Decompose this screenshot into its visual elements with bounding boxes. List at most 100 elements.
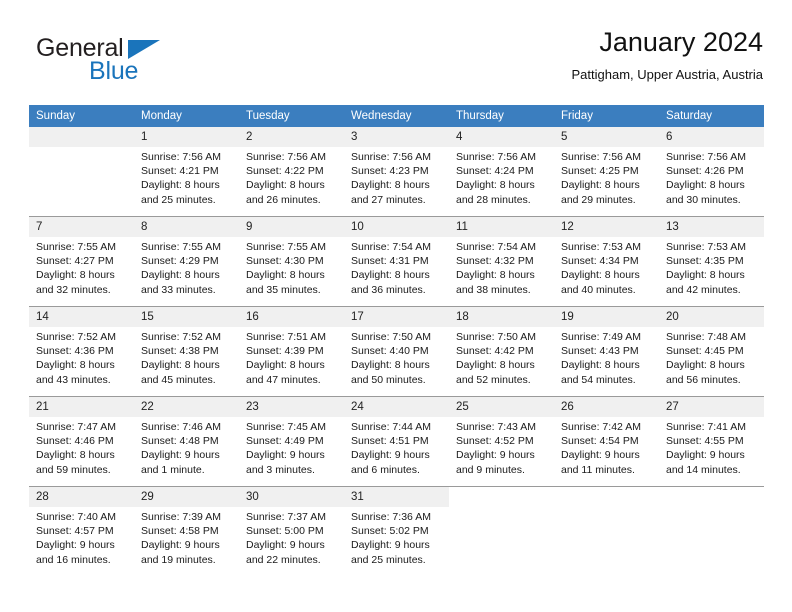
- day-info-daylight2: and 26 minutes.: [246, 193, 321, 206]
- day-info-daylight2: and 25 minutes.: [141, 193, 216, 206]
- day-info-daylight2: and 19 minutes.: [141, 553, 216, 566]
- day-info-sunrise: Sunrise: 7:53 AM: [666, 241, 746, 253]
- day-cell: [554, 487, 659, 576]
- calendar-cell[interactable]: 12 Sunrise: 7:53 AM Sunset: 4:34 PM Dayligh…: [554, 216, 659, 307]
- day-info-daylight2: and 25 minutes.: [351, 553, 426, 566]
- day-info-daylight1: Daylight: 8 hours: [36, 359, 115, 372]
- calendar-cell[interactable]: 26 Sunrise: 7:42 AM Sunset: 4:54 PM Dayligh…: [554, 396, 659, 487]
- day-cell: 13 Sunrise: 7:53 AM Sunset: 4:35 PM Dayligh…: [659, 217, 764, 306]
- calendar-cell[interactable]: 25 Sunrise: 7:43 AM Sunset: 4:52 PM Dayligh…: [449, 396, 554, 487]
- day-info-sunset: Sunset: 4:21 PM: [141, 165, 219, 178]
- calendar-cell[interactable]: 3 Sunrise: 7:56 AM Sunset: 4:23 PM Daylight…: [344, 127, 449, 217]
- calendar-cell[interactable]: 5 Sunrise: 7:56 AM Sunset: 4:25 PM Daylight…: [554, 127, 659, 217]
- day-info-daylight2: and 16 minutes.: [36, 553, 111, 566]
- day-info-daylight2: and 50 minutes.: [351, 373, 426, 386]
- calendar-cell[interactable]: 27 Sunrise: 7:41 AM Sunset: 4:55 PM Dayligh…: [659, 396, 764, 487]
- calendar-cell[interactable]: 10 Sunrise: 7:54 AM Sunset: 4:31 PM Dayligh…: [344, 216, 449, 307]
- day-info-daylight2: and 11 minutes.: [561, 463, 635, 476]
- day-info-daylight1: Daylight: 8 hours: [141, 359, 220, 372]
- calendar-cell[interactable]: 6 Sunrise: 7:56 AM Sunset: 4:26 PM Daylight…: [659, 127, 764, 217]
- calendar-cell[interactable]: 11 Sunrise: 7:54 AM Sunset: 4:32 PM Dayligh…: [449, 216, 554, 307]
- day-info-sunrise: Sunrise: 7:56 AM: [561, 151, 641, 163]
- day-info: Sunrise: 7:44 AM Sunset: 4:51 PM Daylight:…: [344, 417, 449, 477]
- day-info-sunset: Sunset: 4:42 PM: [456, 345, 534, 358]
- calendar-cell[interactable]: 24 Sunrise: 7:44 AM Sunset: 4:51 PM Dayligh…: [344, 396, 449, 487]
- calendar-cell[interactable]: 20 Sunrise: 7:48 AM Sunset: 4:45 PM Dayligh…: [659, 306, 764, 397]
- day-info-daylight1: Daylight: 8 hours: [666, 179, 745, 192]
- calendar-week-row: 7 Sunrise: 7:55 AM Sunset: 4:27 PM Daylight…: [29, 216, 764, 307]
- calendar-cell[interactable]: 22 Sunrise: 7:46 AM Sunset: 4:48 PM Dayligh…: [134, 396, 239, 487]
- day-info-daylight1: Daylight: 8 hours: [456, 359, 535, 372]
- day-info-sunset: Sunset: 4:54 PM: [561, 435, 639, 448]
- weekday-header-tuesday: Tuesday: [239, 105, 344, 127]
- day-number: 21: [29, 397, 134, 417]
- day-cell: 3 Sunrise: 7:56 AM Sunset: 4:23 PM Daylight…: [344, 127, 449, 216]
- calendar-table: Sunday Monday Tuesday Wednesday Thursday…: [29, 105, 764, 576]
- day-info-daylight1: Daylight: 8 hours: [141, 269, 220, 282]
- calendar-cell[interactable]: 31 Sunrise: 7:36 AM Sunset: 5:02 PM Dayligh…: [344, 486, 449, 576]
- day-info: Sunrise: 7:51 AM Sunset: 4:39 PM Daylight:…: [239, 327, 344, 387]
- day-info-daylight2: and 32 minutes.: [36, 283, 111, 296]
- page-title: January 2024: [599, 27, 763, 57]
- calendar-cell[interactable]: 16 Sunrise: 7:51 AM Sunset: 4:39 PM Dayligh…: [239, 306, 344, 397]
- calendar-cell[interactable]: [554, 486, 659, 576]
- day-info: Sunrise: 7:54 AM Sunset: 4:31 PM Daylight:…: [344, 237, 449, 297]
- calendar-cell[interactable]: [659, 486, 764, 576]
- day-info-daylight2: and 30 minutes.: [666, 193, 741, 206]
- day-info: Sunrise: 7:56 AM Sunset: 4:26 PM Daylight:…: [659, 147, 764, 207]
- day-info-daylight2: and 29 minutes.: [561, 193, 636, 206]
- day-cell: 17 Sunrise: 7:50 AM Sunset: 4:40 PM Dayligh…: [344, 307, 449, 396]
- calendar-cell[interactable]: 8 Sunrise: 7:55 AM Sunset: 4:29 PM Daylight…: [134, 216, 239, 307]
- weekday-header-friday: Friday: [554, 105, 659, 127]
- calendar-cell[interactable]: 1 Sunrise: 7:56 AM Sunset: 4:21 PM Daylight…: [134, 127, 239, 217]
- day-info-sunset: Sunset: 4:30 PM: [246, 255, 324, 268]
- day-cell: 18 Sunrise: 7:50 AM Sunset: 4:42 PM Dayligh…: [449, 307, 554, 396]
- day-info-daylight1: Daylight: 8 hours: [666, 269, 745, 282]
- calendar-cell[interactable]: 2 Sunrise: 7:56 AM Sunset: 4:22 PM Daylight…: [239, 127, 344, 217]
- calendar-cell[interactable]: 30 Sunrise: 7:37 AM Sunset: 5:00 PM Dayligh…: [239, 486, 344, 576]
- day-info-sunset: Sunset: 4:26 PM: [666, 165, 744, 178]
- calendar-cell[interactable]: 23 Sunrise: 7:45 AM Sunset: 4:49 PM Dayligh…: [239, 396, 344, 487]
- day-number: 27: [659, 397, 764, 417]
- day-number: 9: [239, 217, 344, 237]
- day-number: 13: [659, 217, 764, 237]
- day-info-daylight2: and 43 minutes.: [36, 373, 111, 386]
- day-info-sunset: Sunset: 5:00 PM: [246, 525, 324, 538]
- day-info: Sunrise: 7:47 AM Sunset: 4:46 PM Daylight:…: [29, 417, 134, 477]
- day-info-sunrise: Sunrise: 7:50 AM: [456, 331, 536, 343]
- brand-logo[interactable]: General Blue: [29, 28, 289, 90]
- calendar-cell[interactable]: 29 Sunrise: 7:39 AM Sunset: 4:58 PM Dayligh…: [134, 486, 239, 576]
- day-info-daylight1: Daylight: 8 hours: [561, 269, 640, 282]
- day-info-daylight2: and 1 minute.: [141, 463, 205, 476]
- day-info-daylight1: Daylight: 9 hours: [246, 449, 325, 462]
- calendar-cell[interactable]: 17 Sunrise: 7:50 AM Sunset: 4:40 PM Dayligh…: [344, 306, 449, 397]
- calendar-cell[interactable]: 9 Sunrise: 7:55 AM Sunset: 4:30 PM Daylight…: [239, 216, 344, 307]
- calendar-cell[interactable]: 21 Sunrise: 7:47 AM Sunset: 4:46 PM Dayligh…: [29, 396, 134, 487]
- day-cell: 8 Sunrise: 7:55 AM Sunset: 4:29 PM Daylight…: [134, 217, 239, 306]
- weekday-header-sunday: Sunday: [29, 105, 134, 127]
- calendar-cell[interactable]: 14 Sunrise: 7:52 AM Sunset: 4:36 PM Dayligh…: [29, 306, 134, 397]
- calendar-cell[interactable]: 18 Sunrise: 7:50 AM Sunset: 4:42 PM Dayligh…: [449, 306, 554, 397]
- day-cell: 11 Sunrise: 7:54 AM Sunset: 4:32 PM Dayligh…: [449, 217, 554, 306]
- day-info-daylight2: and 14 minutes.: [666, 463, 741, 476]
- calendar-cell[interactable]: 4 Sunrise: 7:56 AM Sunset: 4:24 PM Daylight…: [449, 127, 554, 217]
- calendar-week-row: 14 Sunrise: 7:52 AM Sunset: 4:36 PM Dayligh…: [29, 306, 764, 397]
- day-info-sunrise: Sunrise: 7:40 AM: [36, 511, 116, 523]
- day-info-daylight2: and 59 minutes.: [36, 463, 111, 476]
- day-info-daylight2: and 42 minutes.: [666, 283, 741, 296]
- day-info: Sunrise: 7:39 AM Sunset: 4:58 PM Daylight:…: [134, 507, 239, 567]
- day-info-sunset: Sunset: 4:31 PM: [351, 255, 429, 268]
- calendar-cell[interactable]: [29, 127, 134, 217]
- day-number: [659, 487, 764, 507]
- calendar-cell[interactable]: 15 Sunrise: 7:52 AM Sunset: 4:38 PM Dayligh…: [134, 306, 239, 397]
- calendar-cell[interactable]: 19 Sunrise: 7:49 AM Sunset: 4:43 PM Dayligh…: [554, 306, 659, 397]
- day-info-sunrise: Sunrise: 7:37 AM: [246, 511, 326, 523]
- calendar-cell[interactable]: [449, 486, 554, 576]
- day-info-sunset: Sunset: 4:52 PM: [456, 435, 534, 448]
- day-info: Sunrise: 7:52 AM Sunset: 4:36 PM Daylight:…: [29, 327, 134, 387]
- calendar-cell[interactable]: 13 Sunrise: 7:53 AM Sunset: 4:35 PM Dayligh…: [659, 216, 764, 307]
- day-info-sunrise: Sunrise: 7:45 AM: [246, 421, 326, 433]
- day-info-daylight2: and 54 minutes.: [561, 373, 636, 386]
- calendar-cell[interactable]: 28 Sunrise: 7:40 AM Sunset: 4:57 PM Dayligh…: [29, 486, 134, 576]
- calendar-cell[interactable]: 7 Sunrise: 7:55 AM Sunset: 4:27 PM Daylight…: [29, 216, 134, 307]
